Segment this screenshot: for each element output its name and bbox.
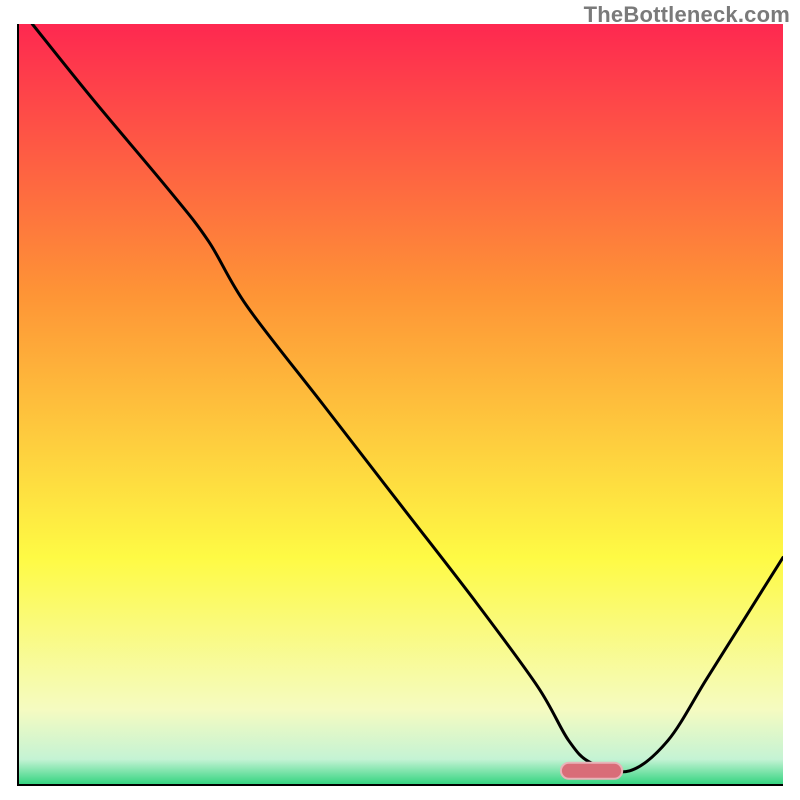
watermark-text: TheBottleneck.com [584,2,790,28]
chart-svg [17,24,783,786]
gradient-background [17,24,783,786]
bottleneck-chart [17,24,783,786]
optimal-marker [561,763,622,779]
